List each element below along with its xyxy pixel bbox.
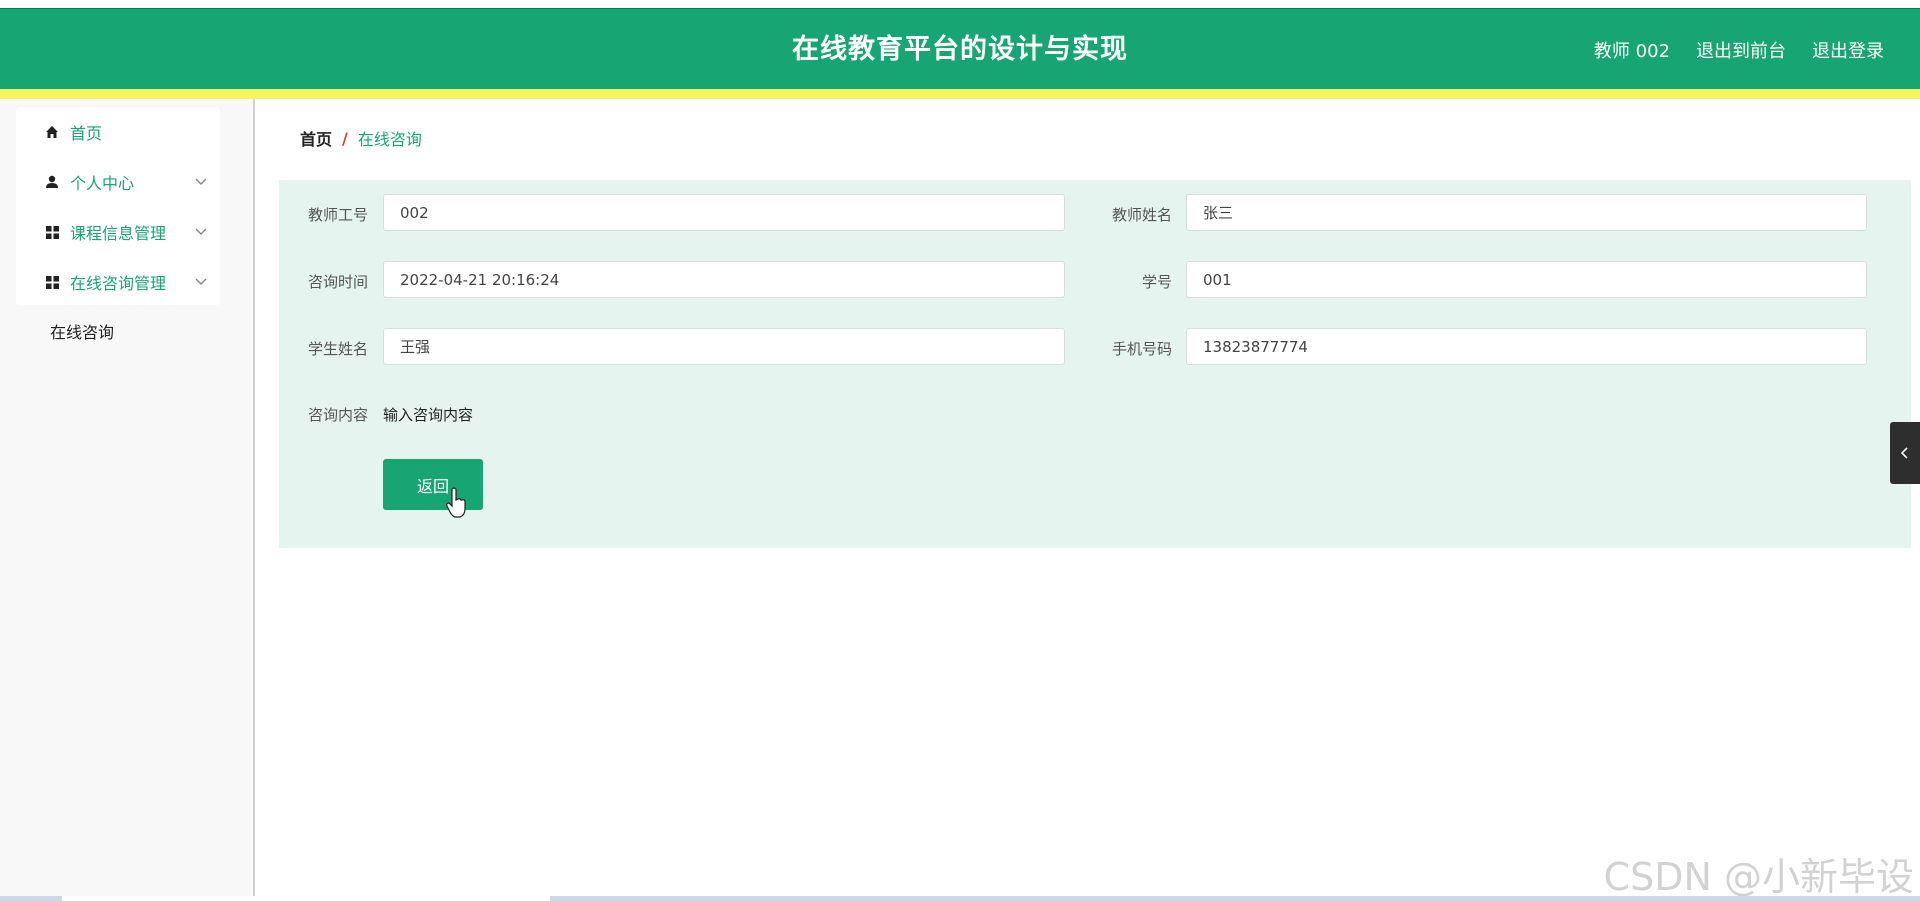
breadcrumb-separator: / bbox=[342, 128, 348, 148]
home-icon bbox=[44, 124, 60, 140]
header-accent-bar bbox=[0, 89, 1920, 99]
grid-icon bbox=[44, 224, 60, 240]
top-strip bbox=[0, 0, 1920, 8]
user-icon bbox=[44, 174, 60, 190]
sidebar-item-consult-management[interactable]: 在线咨询管理 bbox=[16, 257, 220, 307]
consult-time-label: 咨询时间 bbox=[307, 273, 368, 291]
sidebar-item-label: 个人中心 bbox=[70, 174, 135, 193]
consult-content-label: 咨询内容 bbox=[307, 406, 368, 424]
chevron-down-icon bbox=[195, 178, 207, 185]
chevron-down-icon bbox=[195, 228, 207, 235]
student-id-field[interactable] bbox=[1186, 261, 1867, 298]
teacher-name-label: 教师姓名 bbox=[1111, 206, 1172, 224]
grid-icon bbox=[44, 274, 60, 290]
watermark: CSDN @小新毕设 bbox=[1603, 855, 1914, 899]
taskbar-segment bbox=[62, 896, 550, 901]
breadcrumb: 首页 / 在线咨询 bbox=[300, 126, 422, 150]
sidebar-item-label: 课程信息管理 bbox=[70, 224, 167, 243]
sidebar-item-label: 首页 bbox=[70, 124, 103, 143]
exit-to-front-link[interactable]: 退出到前台 bbox=[1696, 37, 1786, 63]
bottom-taskbar-strip bbox=[0, 896, 1920, 901]
back-button[interactable]: 返回 bbox=[383, 459, 483, 510]
consult-content-value: 输入咨询内容 bbox=[383, 406, 474, 424]
sidebar-menu: 首页 个人中心 课程信息管理 在线咨询管理 bbox=[16, 107, 220, 305]
sidebar-subitem-online-consult[interactable]: 在线咨询 bbox=[50, 319, 114, 343]
hand-pointer-icon bbox=[446, 487, 466, 518]
logout-link[interactable]: 退出登录 bbox=[1812, 37, 1884, 63]
student-id-label: 学号 bbox=[1141, 273, 1172, 291]
sidebar: 首页 个人中心 课程信息管理 在线咨询管理 在线咨询 bbox=[0, 99, 255, 901]
breadcrumb-home[interactable]: 首页 bbox=[300, 126, 332, 150]
chevron-left-icon bbox=[1900, 447, 1908, 459]
side-collapse-tab[interactable] bbox=[1890, 422, 1920, 484]
sidebar-item-label: 在线咨询管理 bbox=[70, 274, 167, 293]
top-header: 在线教育平台的设计与实现 教师 002 退出到前台 退出登录 bbox=[0, 8, 1920, 90]
current-user-label[interactable]: 教师 002 bbox=[1594, 37, 1670, 63]
teacher-id-label: 教师工号 bbox=[307, 206, 368, 224]
student-name-field[interactable] bbox=[383, 328, 1065, 365]
sidebar-item-home[interactable]: 首页 bbox=[16, 107, 220, 157]
breadcrumb-current: 在线咨询 bbox=[357, 130, 422, 149]
chevron-down-icon bbox=[195, 278, 207, 285]
teacher-name-field[interactable] bbox=[1186, 194, 1867, 231]
student-name-label: 学生姓名 bbox=[307, 340, 368, 358]
teacher-id-field[interactable] bbox=[383, 194, 1065, 231]
sidebar-item-profile[interactable]: 个人中心 bbox=[16, 157, 220, 207]
phone-label: 手机号码 bbox=[1111, 340, 1172, 358]
consult-time-field[interactable] bbox=[383, 261, 1065, 298]
header-nav: 教师 002 退出到前台 退出登录 bbox=[1594, 9, 1884, 90]
sidebar-item-course-management[interactable]: 课程信息管理 bbox=[16, 207, 220, 257]
phone-field[interactable] bbox=[1186, 328, 1867, 365]
